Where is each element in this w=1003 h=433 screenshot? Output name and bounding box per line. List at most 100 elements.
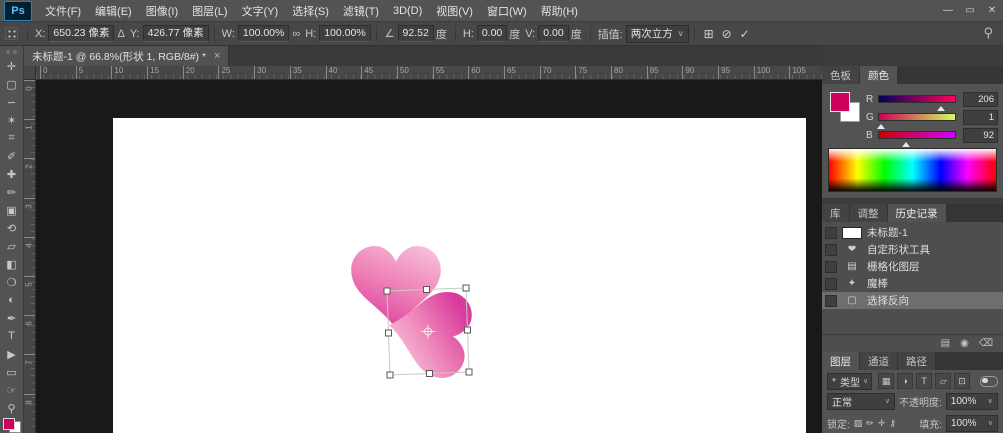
history-state-select-inverse[interactable]: ▢ 选择反向 [822, 292, 1003, 309]
interpolation-select[interactable]: 两次立方 ∨ [626, 25, 689, 43]
history-state-rasterize[interactable]: ▤ 栅格化图层 [822, 258, 1003, 275]
lock-transparency-icon[interactable]: ▨ [854, 418, 863, 429]
history-brush-source-well[interactable] [825, 295, 837, 307]
menu-file[interactable]: 文件(F) [38, 3, 88, 19]
brush-tool[interactable]: ✏ [0, 183, 24, 201]
transform-handle-top[interactable] [424, 287, 430, 293]
lock-position-icon[interactable]: ✛ [878, 418, 886, 429]
marquee-tool[interactable]: ▢ [0, 75, 24, 93]
menu-edit[interactable]: 编辑(E) [88, 3, 139, 19]
restore-button[interactable]: ▭ [959, 1, 981, 21]
menu-type[interactable]: 文字(Y) [235, 3, 286, 19]
x-position-field[interactable]: 650.23 像素 [48, 25, 114, 42]
pen-tool[interactable]: ✒ [0, 309, 24, 327]
new-doc-from-state-button[interactable]: ▤ [941, 338, 950, 349]
v-skew-field[interactable]: 0.00 [538, 25, 568, 42]
transform-handle-bottom[interactable] [427, 371, 433, 377]
transform-handle-bottom-right[interactable] [466, 369, 472, 375]
cancel-transform-button[interactable]: ⊘ [718, 27, 736, 41]
horizontal-ruler[interactable]: 0510152025303540455055606570758085909510… [36, 66, 822, 80]
blue-value-field[interactable]: 92 [963, 128, 998, 143]
green-slider[interactable] [878, 113, 956, 121]
transform-handle-top-right[interactable] [463, 285, 469, 291]
layer-filter-toggle[interactable] [980, 376, 998, 387]
y-position-field[interactable]: 426.77 像素 [143, 25, 209, 42]
history-brush-tool[interactable]: ⟲ [0, 219, 24, 237]
shape-tool[interactable]: ▭ [0, 363, 24, 381]
menu-view[interactable]: 视图(V) [429, 3, 480, 19]
history-state-magic-wand[interactable]: ✦ 魔棒 [822, 275, 1003, 292]
close-button[interactable]: ✕ [981, 1, 1003, 21]
transform-handle-top-left[interactable] [384, 288, 390, 294]
commit-transform-button[interactable]: ✓ [736, 27, 754, 41]
history-state-custom-shape[interactable]: ❤ 自定形状工具 [822, 241, 1003, 258]
blue-slider[interactable] [878, 131, 956, 139]
rotation-field[interactable]: 92.52 [398, 25, 434, 42]
search-icon[interactable]: ⚲ [983, 25, 993, 41]
tab-color[interactable]: 颜色 [860, 66, 897, 84]
history-brush-source-well[interactable] [825, 227, 837, 239]
path-selection-tool[interactable]: ▶ [0, 345, 24, 363]
width-field[interactable]: 100.00% [238, 25, 289, 42]
dodge-tool[interactable]: ◐ [0, 291, 24, 309]
menu-3d[interactable]: 3D(D) [386, 5, 429, 17]
lock-pixels-icon[interactable]: ✏ [866, 418, 874, 429]
filter-pixel-layers-icon[interactable]: ▦ [878, 373, 894, 389]
filter-type-select[interactable]: ▼ 类型 ∨ [827, 373, 872, 390]
document-tab[interactable]: 未标题-1 @ 66.8%(形状 1, RGB/8#) * × [24, 46, 229, 66]
fill-field[interactable]: 100% ∨ [946, 415, 998, 432]
close-icon[interactable]: × [214, 50, 220, 62]
history-state-open[interactable]: 未标题-1 [822, 224, 1003, 241]
minimize-button[interactable]: — [937, 1, 959, 21]
tab-adjustments[interactable]: 调整 [850, 204, 887, 222]
filter-smart-object-icon[interactable]: ⊡ [954, 373, 970, 389]
history-brush-source-well[interactable] [825, 244, 837, 256]
tab-history[interactable]: 历史记录 [888, 204, 946, 222]
menu-select[interactable]: 选择(S) [285, 3, 336, 19]
new-snapshot-button[interactable]: ◉ [960, 338, 969, 349]
crop-tool[interactable]: ⌗ [0, 129, 24, 147]
delete-state-button[interactable]: ⌫ [979, 338, 993, 349]
menu-image[interactable]: 图像(I) [139, 3, 185, 19]
relative-position-toggle-icon[interactable]: Δ [117, 28, 124, 40]
document-page[interactable] [113, 118, 806, 433]
height-field[interactable]: 100.00% [319, 25, 370, 42]
blur-tool[interactable]: ❍ [0, 273, 24, 291]
menu-layer[interactable]: 图层(L) [185, 3, 234, 19]
tab-swatches[interactable]: 色板 [822, 66, 859, 84]
color-spectrum-ramp[interactable] [828, 148, 997, 192]
link-dimensions-icon[interactable]: ∞ [292, 28, 300, 40]
foreground-color-chip[interactable] [3, 418, 15, 430]
filter-type-layers-icon[interactable]: T [916, 373, 932, 389]
h-skew-field[interactable]: 0.00 [477, 25, 507, 42]
clone-stamp-tool[interactable]: ▣ [0, 201, 24, 219]
opacity-field[interactable]: 100% ∨ [946, 393, 998, 410]
foreground-background-swatches[interactable] [2, 418, 22, 433]
lasso-tool[interactable]: ∽ [0, 93, 24, 111]
transform-handle-bottom-left[interactable] [387, 372, 393, 378]
canvas-area[interactable] [36, 80, 822, 433]
foreground-color-swatch[interactable] [830, 92, 850, 112]
tab-libraries[interactable]: 库 [822, 204, 849, 222]
eyedropper-tool[interactable]: ✐ [0, 147, 24, 165]
blend-mode-select[interactable]: 正常 ∨ [827, 393, 895, 410]
menu-help[interactable]: 帮助(H) [534, 3, 585, 19]
tab-layers[interactable]: 图层 [822, 352, 859, 370]
eraser-tool[interactable]: ▱ [0, 237, 24, 255]
lock-all-icon[interactable]: ⚷ [889, 418, 896, 429]
slider-thumb[interactable] [902, 138, 910, 147]
transform-handle-left[interactable] [386, 330, 392, 336]
tab-channels[interactable]: 通道 [860, 352, 897, 370]
history-brush-source-well[interactable] [825, 278, 837, 290]
tab-paths[interactable]: 路径 [898, 352, 935, 370]
document-canvas[interactable] [36, 80, 822, 433]
transform-handle-right[interactable] [465, 327, 471, 333]
reference-point-locator-icon[interactable] [5, 27, 18, 40]
quick-selection-tool[interactable]: ✶ [0, 111, 24, 129]
toolbar-collapse-button[interactable]: « » [6, 46, 17, 57]
type-tool[interactable]: T [0, 327, 24, 345]
filter-adjustment-layers-icon[interactable]: ◑ [897, 373, 913, 389]
zoom-tool[interactable]: ⚲ [0, 399, 24, 417]
green-value-field[interactable]: 1 [963, 110, 998, 125]
vertical-ruler[interactable]: 012345678 [24, 80, 36, 433]
